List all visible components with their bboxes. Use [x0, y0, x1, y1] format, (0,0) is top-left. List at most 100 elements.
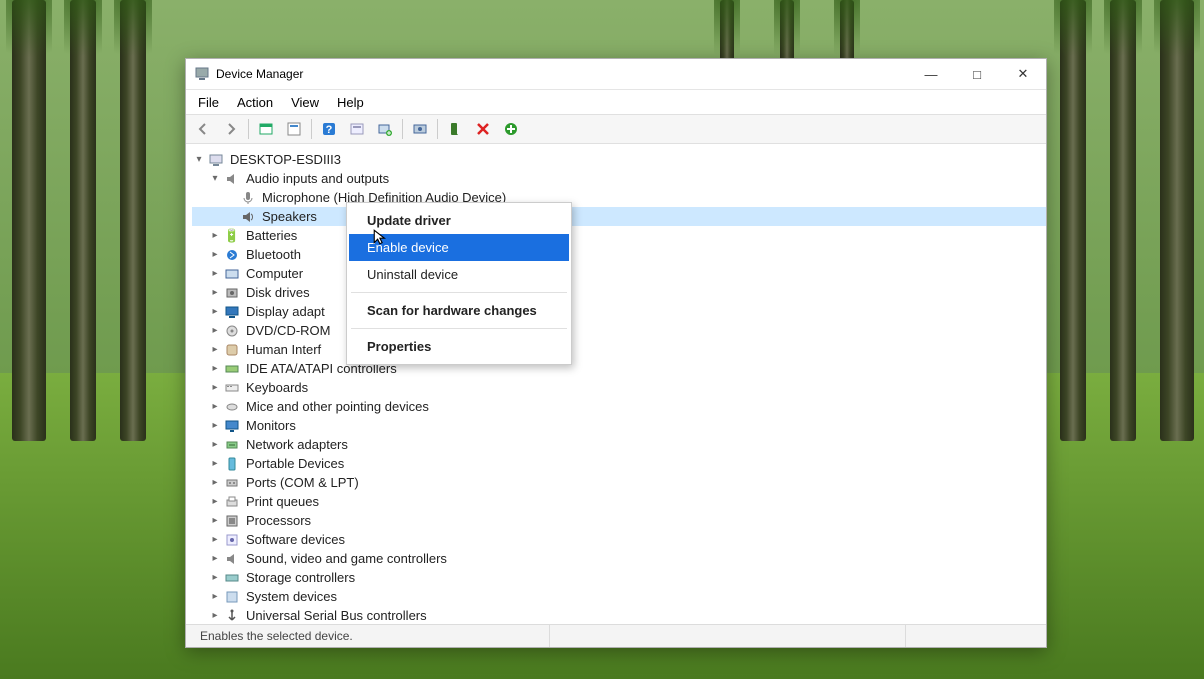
- statusbar: Enables the selected device.: [186, 624, 1046, 647]
- scan-hardware-icon[interactable]: [407, 116, 433, 142]
- action-icon[interactable]: [344, 116, 370, 142]
- tree-category[interactable]: ▸DVD/CD-ROM: [192, 321, 1046, 340]
- add-hardware-icon[interactable]: [498, 116, 524, 142]
- chevron-down-icon[interactable]: ▾: [208, 169, 222, 188]
- minimize-button[interactable]: —: [908, 59, 954, 89]
- category-label: System devices: [244, 587, 339, 606]
- category-label: Disk drives: [244, 283, 312, 302]
- tree-category[interactable]: ▸Universal Serial Bus controllers: [192, 606, 1046, 624]
- category-icon: [224, 247, 240, 263]
- tree-category[interactable]: ▸IDE ATA/ATAPI controllers: [192, 359, 1046, 378]
- chevron-right-icon[interactable]: ▸: [208, 340, 222, 359]
- chevron-right-icon[interactable]: ▸: [208, 587, 222, 606]
- tree-category[interactable]: ▸ Software devices: [192, 530, 1046, 549]
- chevron-right-icon[interactable]: ▸: [208, 492, 222, 511]
- device-tree[interactable]: ▾ DESKTOP-ESDIII3 ▾ Audio inputs and out…: [186, 144, 1046, 624]
- tree-category[interactable]: ▸🔋Batteries: [192, 226, 1046, 245]
- enable-device-icon[interactable]: [442, 116, 468, 142]
- tree-category[interactable]: ▸ Sound, video and game controllers: [192, 549, 1046, 568]
- tree-category[interactable]: ▸Monitors: [192, 416, 1046, 435]
- tree-category[interactable]: ▸Network adapters: [192, 435, 1046, 454]
- chevron-right-icon[interactable]: ▸: [208, 264, 222, 283]
- chevron-right-icon[interactable]: ▸: [208, 245, 222, 264]
- titlebar[interactable]: Device Manager — □ ✕: [186, 59, 1046, 90]
- chevron-right-icon[interactable]: ▸: [208, 321, 222, 340]
- chevron-right-icon[interactable]: ▸: [208, 435, 222, 454]
- chevron-right-icon[interactable]: ▸: [208, 568, 222, 587]
- tree-root[interactable]: ▾ DESKTOP-ESDIII3: [192, 150, 1046, 169]
- category-label: Mice and other pointing devices: [244, 397, 431, 416]
- ctx-properties[interactable]: Properties: [349, 333, 569, 360]
- category-icon: [224, 532, 240, 548]
- category-icon: [224, 513, 240, 529]
- chevron-right-icon[interactable]: ▸: [208, 283, 222, 302]
- category-icon: [224, 570, 240, 586]
- tree-category[interactable]: ▸ Disk drives: [192, 283, 1046, 302]
- tree-category[interactable]: ▸Processors: [192, 511, 1046, 530]
- ctx-scan-hw[interactable]: Scan for hardware changes: [349, 297, 569, 324]
- category-icon: [224, 494, 240, 510]
- properties-icon[interactable]: [281, 116, 307, 142]
- tree-category[interactable]: ▸ Human Interf: [192, 340, 1046, 359]
- chevron-right-icon[interactable]: ▸: [208, 530, 222, 549]
- chevron-down-icon[interactable]: ▾: [192, 150, 206, 169]
- device-manager-window: Device Manager — □ ✕ File Action View He…: [185, 58, 1047, 648]
- window-title: Device Manager: [216, 67, 908, 81]
- chevron-right-icon[interactable]: ▸: [208, 378, 222, 397]
- category-icon: [224, 342, 240, 358]
- maximize-button[interactable]: □: [954, 59, 1000, 89]
- show-all-icon[interactable]: [253, 116, 279, 142]
- chevron-right-icon[interactable]: ▸: [208, 397, 222, 416]
- category-label: Portable Devices: [244, 454, 346, 473]
- tree-microphone[interactable]: Microphone (High Definition Audio Device…: [192, 188, 1046, 207]
- tree-category[interactable]: ▸ Portable Devices: [192, 454, 1046, 473]
- close-button[interactable]: ✕: [1000, 59, 1046, 89]
- ctx-enable-device[interactable]: Enable device: [349, 234, 569, 261]
- menu-view[interactable]: View: [283, 93, 327, 112]
- category-label: Software devices: [244, 530, 347, 549]
- tree-category[interactable]: ▸ System devices: [192, 587, 1046, 606]
- chevron-right-icon[interactable]: ▸: [208, 473, 222, 492]
- chevron-right-icon[interactable]: ▸: [208, 226, 222, 245]
- tree-category[interactable]: ▸Keyboards: [192, 378, 1046, 397]
- category-icon: [224, 399, 240, 415]
- category-label: Sound, video and game controllers: [244, 549, 449, 568]
- category-label: Ports (COM & LPT): [244, 473, 361, 492]
- category-label: Batteries: [244, 226, 299, 245]
- back-button[interactable]: [190, 116, 216, 142]
- tree-speakers[interactable]: Speakers: [192, 207, 1046, 226]
- update-driver-icon[interactable]: [372, 116, 398, 142]
- tree-category[interactable]: ▸ Ports (COM & LPT): [192, 473, 1046, 492]
- category-icon: [224, 589, 240, 605]
- category-icon: [224, 361, 240, 377]
- category-label: Print queues: [244, 492, 321, 511]
- category-icon: [224, 437, 240, 453]
- chevron-right-icon[interactable]: ▸: [208, 549, 222, 568]
- uninstall-icon[interactable]: [470, 116, 496, 142]
- category-label: Display adapt: [244, 302, 327, 321]
- ctx-uninstall[interactable]: Uninstall device: [349, 261, 569, 288]
- status-cell-3: [906, 625, 1038, 647]
- ctx-update-driver[interactable]: Update driver: [349, 207, 569, 234]
- chevron-right-icon[interactable]: ▸: [208, 359, 222, 378]
- chevron-right-icon[interactable]: ▸: [208, 302, 222, 321]
- category-label: Human Interf: [244, 340, 323, 359]
- help-icon[interactable]: ?: [316, 116, 342, 142]
- menu-help[interactable]: Help: [329, 93, 372, 112]
- chevron-right-icon[interactable]: ▸: [208, 416, 222, 435]
- tree-audio[interactable]: ▾ Audio inputs and outputs: [192, 169, 1046, 188]
- speaker-icon: [240, 209, 256, 225]
- tree-category[interactable]: ▸ Display adapt: [192, 302, 1046, 321]
- chevron-right-icon[interactable]: ▸: [208, 606, 222, 624]
- tree-category[interactable]: ▸Bluetooth: [192, 245, 1046, 264]
- forward-button[interactable]: [218, 116, 244, 142]
- tree-category[interactable]: ▸ Mice and other pointing devices: [192, 397, 1046, 416]
- tree-category[interactable]: ▸ Print queues: [192, 492, 1046, 511]
- tree-category[interactable]: ▸Computer: [192, 264, 1046, 283]
- menu-file[interactable]: File: [190, 93, 227, 112]
- menu-action[interactable]: Action: [229, 93, 281, 112]
- chevron-right-icon[interactable]: ▸: [208, 454, 222, 473]
- tree-category[interactable]: ▸Storage controllers: [192, 568, 1046, 587]
- category-icon: [224, 608, 240, 624]
- chevron-right-icon[interactable]: ▸: [208, 511, 222, 530]
